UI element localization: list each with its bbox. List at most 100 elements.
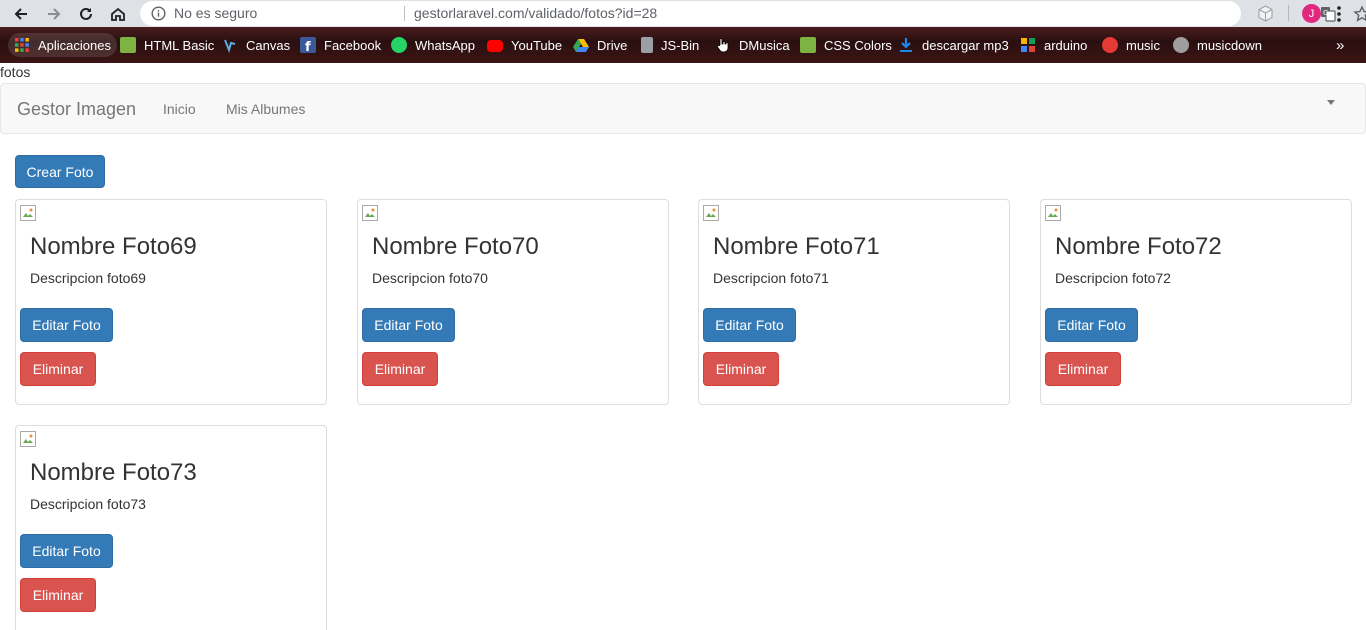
jsbin-icon [641,37,653,53]
bookmark-arduino[interactable]: arduino [1020,35,1087,55]
broken-image-icon [703,205,719,221]
edit-photo-button[interactable]: Editar Foto [703,308,796,342]
photo-description: Descripcion foto69 [30,270,146,286]
download-icon [898,37,914,53]
svg-text:f: f [305,40,311,53]
bookmark-label: musicdown [1197,37,1263,53]
divider [404,6,405,21]
chevron-right-double-icon[interactable]: » [1336,37,1344,54]
bookmark-jsbin[interactable]: JS-Bin [641,35,699,55]
bookmark-label: HTML Basic [144,37,215,53]
edit-photo-button[interactable]: Editar Foto [1045,308,1138,342]
bookmark-canvas[interactable]: Canvas [222,35,290,55]
photo-description: Descripcion foto73 [30,496,146,512]
photo-card: Nombre Foto73 Descripcion foto73 Editar … [15,425,327,630]
bookmark-dmusica[interactable]: DMusica [715,35,790,55]
broken-image-icon [362,205,378,221]
address-bar[interactable]: No es seguro gestorlaravel.com/validado/… [140,1,1366,26]
arduino-icon [1020,37,1036,53]
extension-icon[interactable] [1257,5,1274,27]
nav-link-mis-albumes[interactable]: Mis Albumes [226,101,305,117]
hand-cursor-icon [715,37,731,53]
delete-photo-button[interactable]: Eliminar [703,352,779,386]
whatsapp-icon [391,37,407,53]
delete-photo-button[interactable]: Eliminar [1045,352,1121,386]
bookmark-apps[interactable]: Aplicaciones [8,33,117,57]
bookmark-star-icon[interactable] [1353,5,1366,28]
music-icon [1102,37,1118,53]
youtube-icon [487,40,503,52]
avatar-initial: J [1308,7,1315,20]
nav-link-inicio[interactable]: Inicio [163,101,196,117]
css-colors-icon [800,37,816,53]
bookmark-label: Canvas [246,37,291,53]
bookmark-label: JS-Bin [661,37,700,53]
bookmark-drive[interactable]: Drive [573,35,627,55]
security-label[interactable]: No es seguro [174,6,257,21]
bookmarks-bar: Aplicaciones HTML Basic Canvas f Faceboo… [0,27,1366,63]
photo-description: Descripcion foto70 [372,270,488,286]
bookmark-label: Facebook [324,37,382,53]
translate-icon[interactable]: G [1320,6,1336,27]
photo-description: Descripcion foto71 [713,270,829,286]
bookmark-label: Aplicaciones [38,37,111,53]
bookmark-label: YouTube [511,37,563,53]
info-icon[interactable] [151,6,166,26]
html-basic-icon [120,37,136,53]
bookmark-html-basic[interactable]: HTML Basic [120,35,214,55]
facebook-icon: f [300,37,316,55]
bookmark-label: descargar mp3 [922,37,1009,53]
photo-name: Nombre Foto73 [30,459,197,486]
bookmark-facebook[interactable]: f Facebook [300,35,381,55]
musicdown-icon [1173,37,1189,53]
bookmark-css-colors[interactable]: CSS Colors [800,35,892,55]
more-menu-icon[interactable] [1336,5,1342,28]
photo-name: Nombre Foto72 [1055,233,1222,260]
photo-card: Nombre Foto69 Descripcion foto69 Editar … [15,199,327,405]
apps-grid-icon [14,37,30,53]
bookmark-whatsapp[interactable]: WhatsApp [391,35,475,55]
bookmark-descargar-mp3[interactable]: descargar mp3 [898,35,1009,55]
broken-image-icon [1045,205,1061,221]
avatar[interactable]: J [1302,4,1321,23]
forward-icon[interactable] [43,3,65,25]
back-icon[interactable] [10,3,32,25]
edit-photo-button[interactable]: Editar Foto [362,308,455,342]
brand-link[interactable]: Gestor Imagen [17,99,136,119]
url-text[interactable]: gestorlaravel.com/validado/fotos?id=28 [414,6,657,21]
broken-image-icon [20,431,36,447]
photo-card: Nombre Foto70 Descripcion foto70 Editar … [357,199,669,405]
page-heading-text: fotos [0,64,31,80]
broken-image-icon [20,205,36,221]
home-icon[interactable] [107,3,129,25]
bookmark-label: WhatsApp [415,37,475,53]
delete-photo-button[interactable]: Eliminar [20,352,96,386]
dropdown-caret-icon[interactable] [1327,100,1335,105]
drive-icon [573,37,589,53]
delete-photo-button[interactable]: Eliminar [362,352,438,386]
bookmark-musicdown[interactable]: musicdown [1173,35,1262,55]
bookmark-label: CSS Colors [824,37,892,53]
photo-card: Nombre Foto72 Descripcion foto72 Editar … [1040,199,1352,405]
photo-name: Nombre Foto71 [713,233,880,260]
bookmark-label: DMusica [739,37,790,53]
canvas-icon [222,37,238,54]
photo-card: Nombre Foto71 Descripcion foto71 Editar … [698,199,1010,405]
photo-name: Nombre Foto69 [30,233,197,260]
svg-text:G: G [1323,9,1328,17]
bookmark-label: arduino [1044,37,1088,53]
reload-icon[interactable] [75,3,97,25]
navbar: Gestor Imagen Inicio Mis Albumes [0,83,1366,134]
bookmark-label: music [1126,37,1160,53]
edit-photo-button[interactable]: Editar Foto [20,308,113,342]
bookmark-label: Drive [597,37,628,53]
create-photo-button[interactable]: Crear Foto [15,155,105,188]
edit-photo-button[interactable]: Editar Foto [20,534,113,568]
bookmark-youtube[interactable]: YouTube [487,35,562,55]
photo-description: Descripcion foto72 [1055,270,1171,286]
bookmark-music[interactable]: music [1102,35,1160,55]
divider [1288,5,1289,21]
delete-photo-button[interactable]: Eliminar [20,578,96,612]
photo-name: Nombre Foto70 [372,233,539,260]
browser-toolbar: No es seguro gestorlaravel.com/validado/… [0,0,1366,27]
